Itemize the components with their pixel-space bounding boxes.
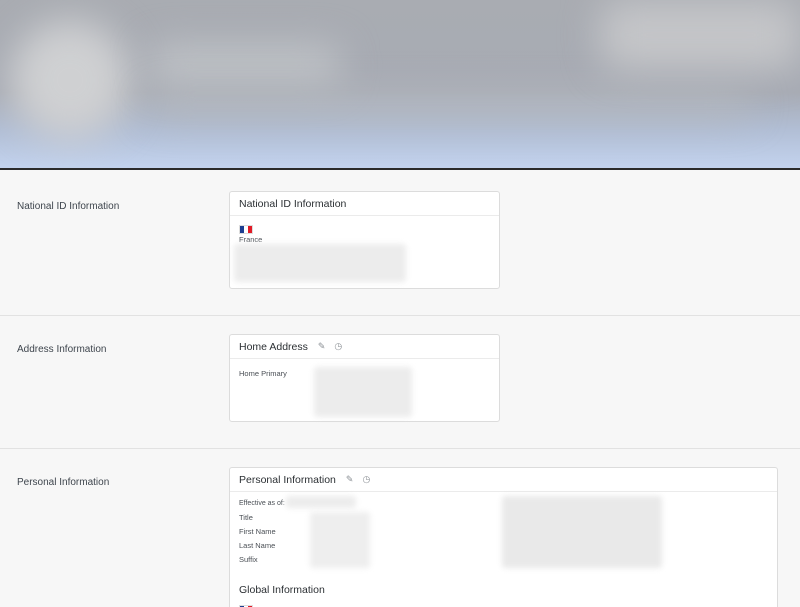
section-label-address: Address Information xyxy=(17,344,107,355)
blurred-employee-name xyxy=(150,45,340,85)
personal-information-card-header: Personal Information ✎ ◷ xyxy=(230,468,777,492)
france-flag-icon xyxy=(239,225,253,234)
global-information-heading: Global Information xyxy=(239,584,325,596)
blurred-right-column-values xyxy=(502,496,662,568)
section-national-id: National ID Information National ID Info… xyxy=(0,170,800,316)
clock-history-icon[interactable]: ◷ xyxy=(362,474,370,485)
section-address: Address Information Home Address ✎ ◷ Hom… xyxy=(0,316,800,449)
national-id-card: National ID Information France xyxy=(229,191,500,289)
section-label-personal: Personal Information xyxy=(17,477,110,488)
blurred-header-actions xyxy=(600,0,800,70)
section-personal: Personal Information Personal Informatio… xyxy=(0,449,800,607)
pencil-icon[interactable]: ✎ xyxy=(346,474,354,485)
field-label-effective-as-of: Effective as of: xyxy=(239,500,285,507)
field-label-first-name: First Name xyxy=(239,527,276,536)
national-id-card-title: National ID Information xyxy=(239,197,347,210)
national-id-card-header: National ID Information xyxy=(230,192,499,216)
personal-information-card-title: Personal Information xyxy=(239,473,336,486)
field-label-suffix: Suffix xyxy=(239,555,258,564)
section-label-national-id: National ID Information xyxy=(17,201,120,212)
home-address-card: Home Address ✎ ◷ Home Primary xyxy=(229,334,500,422)
pencil-icon[interactable]: ✎ xyxy=(318,341,326,352)
blurred-avatar xyxy=(10,20,130,140)
national-id-country: France xyxy=(239,235,263,244)
personal-information-card: Personal Information ✎ ◷ Effective as of… xyxy=(229,467,778,607)
blurred-effective-date xyxy=(286,496,356,508)
field-label-title: Title xyxy=(239,513,253,522)
blurred-home-address-value xyxy=(314,367,412,417)
field-label-last-name: Last Name xyxy=(239,541,276,550)
blurred-national-id-value xyxy=(234,244,406,282)
home-address-card-title: Home Address xyxy=(239,340,308,353)
profile-header-banner xyxy=(0,0,800,168)
clock-history-icon[interactable]: ◷ xyxy=(334,341,342,352)
blurred-name-values xyxy=(310,512,370,568)
home-address-card-header: Home Address ✎ ◷ xyxy=(230,335,499,359)
home-primary-label: Home Primary xyxy=(239,369,287,378)
blurred-employee-details xyxy=(150,95,750,115)
